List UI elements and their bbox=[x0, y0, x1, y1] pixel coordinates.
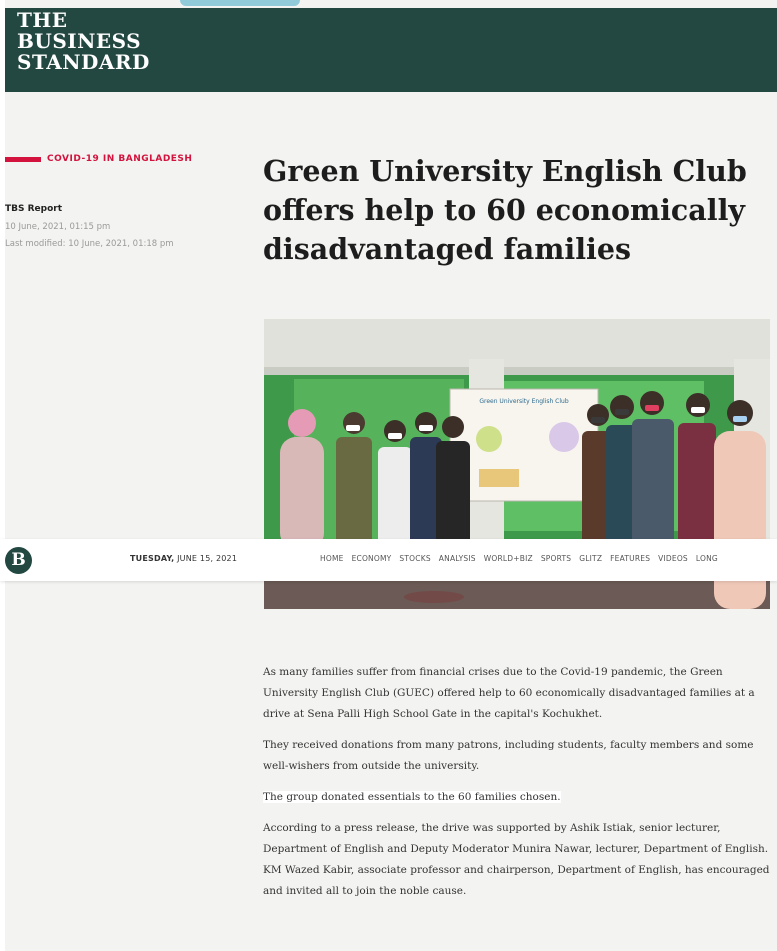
section-label: COVID-19 IN BANGLADESH bbox=[47, 154, 193, 164]
navbar-date-text: JUNE 15, 2021 bbox=[177, 554, 238, 563]
last-modified-date: Last modified: 10 June, 2021, 01:18 pm bbox=[5, 239, 174, 249]
menu-item-long[interactable]: LONG bbox=[696, 554, 718, 563]
main-menu: HOME ECONOMY STOCKS ANALYSIS WORLD+BIZ S… bbox=[320, 554, 718, 563]
menu-item-analysis[interactable]: ANALYSIS bbox=[439, 554, 476, 563]
navbar-logo[interactable]: B bbox=[5, 547, 32, 574]
menu-item-economy[interactable]: ECONOMY bbox=[352, 554, 392, 563]
section-bar bbox=[5, 156, 41, 162]
logo-line-1: THE bbox=[17, 8, 68, 32]
article-headline: Green University English Club offers hel… bbox=[263, 154, 747, 266]
menu-item-sports[interactable]: SPORTS bbox=[541, 554, 571, 563]
paragraph-2: They received donations from many patron… bbox=[263, 739, 754, 772]
author-byline: TBS Report bbox=[5, 204, 63, 214]
menu-item-home[interactable]: HOME bbox=[320, 554, 344, 563]
logo-line-2: BUSINESS bbox=[17, 29, 142, 53]
navbar-day: TUESDAY, bbox=[130, 554, 175, 563]
publish-date: 10 June, 2021, 01:15 pm bbox=[5, 222, 111, 232]
sticky-navbar: B TUESDAY, JUNE 15, 2021 HOME ECONOMY ST… bbox=[0, 539, 777, 581]
navbar-date: TUESDAY, JUNE 15, 2021 bbox=[130, 554, 237, 563]
menu-item-glitz[interactable]: GLITZ bbox=[579, 554, 602, 563]
menu-item-videos[interactable]: VIDEOS bbox=[658, 554, 688, 563]
paragraph-4: According to a press release, the drive … bbox=[263, 822, 770, 897]
paragraph-1: As many families suffer from financial c… bbox=[263, 666, 755, 720]
paragraph-3-text: The group donated essentials to the 60 f… bbox=[263, 791, 561, 803]
paragraph-3: The group donated essentials to the 60 f… bbox=[263, 787, 771, 808]
menu-item-stocks[interactable]: STOCKS bbox=[399, 554, 430, 563]
site-logo[interactable]: THE BUSINESS STANDARD bbox=[17, 10, 150, 73]
article-body: As many families suffer from financial c… bbox=[263, 662, 771, 912]
menu-item-features[interactable]: FEATURES bbox=[610, 554, 650, 563]
top-decoration bbox=[180, 0, 300, 6]
masthead: THE BUSINESS STANDARD bbox=[5, 8, 777, 92]
banner-text: Green University English Club bbox=[479, 398, 568, 405]
logo-line-3: STANDARD bbox=[17, 50, 150, 74]
menu-item-world-biz[interactable]: WORLD+BIZ bbox=[484, 554, 533, 563]
section-tag[interactable]: COVID-19 IN BANGLADESH bbox=[5, 154, 192, 164]
page: THE BUSINESS STANDARD COVID-19 IN BANGLA… bbox=[0, 0, 777, 951]
